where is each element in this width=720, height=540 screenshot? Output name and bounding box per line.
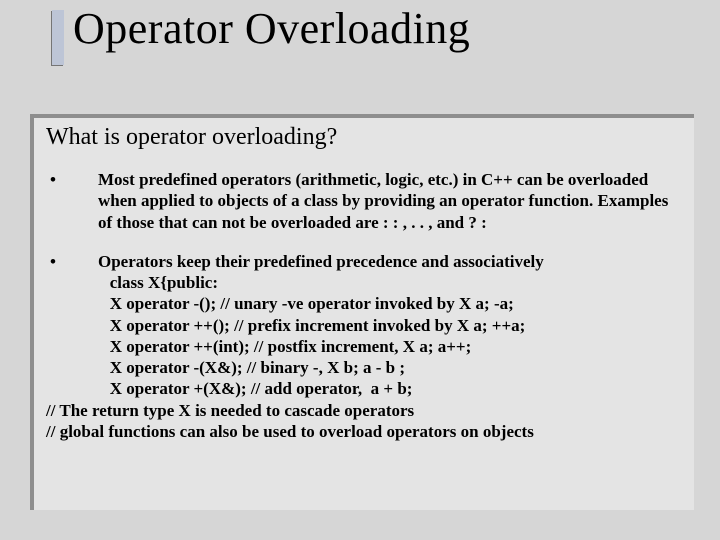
code-line: X operator ++(); // prefix increment inv…: [46, 316, 525, 335]
slide: Operator Overloading What is operator ov…: [0, 0, 720, 540]
slide-title: Operator Overloading: [73, 3, 470, 54]
code-block: class X{public: X operator -(); // unary…: [46, 272, 684, 400]
title-area: Operator Overloading: [55, 5, 705, 80]
paragraph-1: • Most predefined operators (arithmetic,…: [46, 169, 684, 233]
code-line: X operator +(X&); // add operator, a + b…: [46, 379, 412, 398]
paragraph-2: • Operators keep their predefined preced…: [46, 251, 684, 272]
body-panel: What is operator overloading? • Most pre…: [34, 118, 694, 510]
subtitle: What is operator overloading?: [46, 124, 684, 151]
code-line: X operator -(); // unary -ve operator in…: [46, 294, 514, 313]
code-line: X operator -(X&); // binary -, X b; a - …: [46, 358, 405, 377]
title-accent-bar: [52, 10, 64, 65]
paragraph-1-text: Most predefined operators (arithmetic, l…: [98, 169, 684, 233]
code-line: class X{public:: [46, 273, 218, 292]
bullet-icon: •: [46, 251, 98, 272]
body-inner: What is operator overloading? • Most pre…: [34, 118, 694, 452]
paragraph-2-lead: Operators keep their predefined preceden…: [98, 251, 544, 272]
code-line: X operator ++(int); // postfix increment…: [46, 337, 471, 356]
bullet-icon: •: [46, 169, 98, 233]
tail-line-1: // The return type X is needed to cascad…: [46, 400, 684, 421]
tail-line-2: // global functions can also be used to …: [46, 421, 684, 442]
